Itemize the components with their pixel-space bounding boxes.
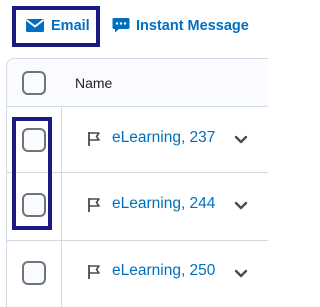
email-highlight-box — [12, 6, 100, 47]
chevron-down-icon[interactable] — [234, 269, 248, 279]
instant-message-button[interactable]: Instant Message — [112, 9, 249, 42]
toolbar: Email Instant Message — [0, 0, 266, 50]
classlist-page: Email Instant Message Name eLearning, 23… — [0, 0, 268, 307]
chat-bubble-icon — [112, 18, 130, 33]
table-header-row: Name — [7, 59, 268, 107]
user-name-link[interactable]: eLearning, 244 — [112, 195, 215, 213]
flag-icon — [88, 198, 100, 212]
row-checkbox[interactable] — [22, 261, 46, 285]
user-name-link[interactable]: eLearning, 250 — [112, 262, 215, 280]
chevron-down-icon[interactable] — [234, 135, 248, 145]
user-name-link[interactable]: eLearning, 237 — [112, 129, 215, 147]
flag-icon — [88, 132, 100, 146]
select-all-checkbox[interactable] — [22, 71, 46, 95]
checkbox-highlight-box — [12, 117, 52, 230]
flag-icon — [88, 265, 100, 279]
chevron-down-icon[interactable] — [234, 201, 248, 211]
instant-message-label: Instant Message — [136, 17, 249, 34]
name-column-header[interactable]: Name — [75, 75, 112, 91]
table-row: eLearning, 250 — [7, 241, 268, 307]
